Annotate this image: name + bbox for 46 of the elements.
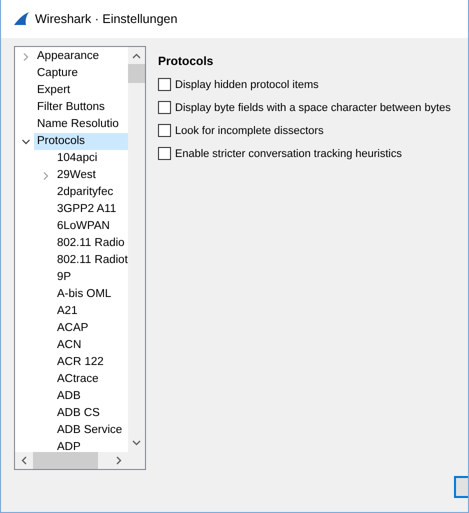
- checkbox[interactable]: [158, 147, 171, 160]
- scroll-right-icon[interactable]: [116, 456, 122, 465]
- vertical-scrollbar[interactable]: [128, 47, 145, 452]
- tree-item[interactable]: ADB CS: [54, 405, 128, 422]
- horizontal-scrollbar[interactable]: [15, 452, 128, 469]
- section-heading: Protocols: [158, 53, 214, 69]
- tree-item[interactable]: Filter Buttons: [34, 99, 128, 116]
- tree-item[interactable]: A-bis OML: [54, 286, 128, 303]
- window-title: Wireshark · Einstellungen: [35, 12, 178, 26]
- tree-item[interactable]: Name Resolutio: [34, 116, 128, 133]
- tree-item[interactable]: ACR 122: [54, 354, 128, 371]
- chevron-right-icon[interactable]: [21, 52, 31, 62]
- checkbox-label[interactable]: Display hidden protocol items: [175, 78, 319, 90]
- tree-item[interactable]: ACAP: [54, 320, 128, 337]
- checkbox[interactable]: [158, 101, 171, 114]
- tree-item[interactable]: 29West: [54, 167, 128, 184]
- scroll-down-icon[interactable]: [132, 440, 141, 446]
- chevron-right-icon[interactable]: [41, 170, 51, 180]
- checkbox-label[interactable]: Enable stricter conversation tracking heuristics: [175, 148, 402, 160]
- chevron-down-icon[interactable]: [21, 136, 31, 146]
- scrollbar-thumb[interactable]: [33, 452, 98, 469]
- tree-item[interactable]: A21: [54, 303, 128, 320]
- tree-item[interactable]: Expert: [34, 82, 128, 99]
- tree-item[interactable]: 802.11 Radiot: [54, 252, 128, 269]
- scroll-left-icon[interactable]: [21, 456, 27, 465]
- checkbox[interactable]: [158, 124, 171, 137]
- tree-item[interactable]: 104apci: [54, 150, 128, 167]
- checkbox-label[interactable]: Display byte fields with a space character between bytes: [175, 102, 451, 114]
- tree-item[interactable]: 9P: [54, 269, 128, 286]
- tree-item[interactable]: ADB Service: [54, 422, 128, 439]
- shark-fin-icon: [13, 12, 29, 26]
- tree-item[interactable]: Capture: [34, 65, 128, 82]
- tree-item[interactable]: 802.11 Radio: [54, 235, 128, 252]
- tree-item[interactable]: 6LoWPAN: [54, 218, 128, 235]
- scrollbar-thumb[interactable]: [128, 64, 145, 83]
- scroll-up-icon[interactable]: [132, 53, 141, 59]
- tree-item[interactable]: ACN: [54, 337, 128, 354]
- checkbox-label[interactable]: Look for incomplete dissectors: [175, 124, 324, 136]
- tree-item[interactable]: Protocols: [34, 133, 128, 150]
- tree-item[interactable]: 2dparityfec: [54, 184, 128, 201]
- tree-item[interactable]: ADB: [54, 388, 128, 405]
- tree-item[interactable]: ADP: [54, 439, 128, 452]
- tree-item[interactable]: 3GPP2 A11: [54, 201, 128, 218]
- tree-item[interactable]: ACtrace: [54, 371, 128, 388]
- checkbox[interactable]: [158, 78, 171, 91]
- tree-item[interactable]: Appearance: [34, 48, 128, 65]
